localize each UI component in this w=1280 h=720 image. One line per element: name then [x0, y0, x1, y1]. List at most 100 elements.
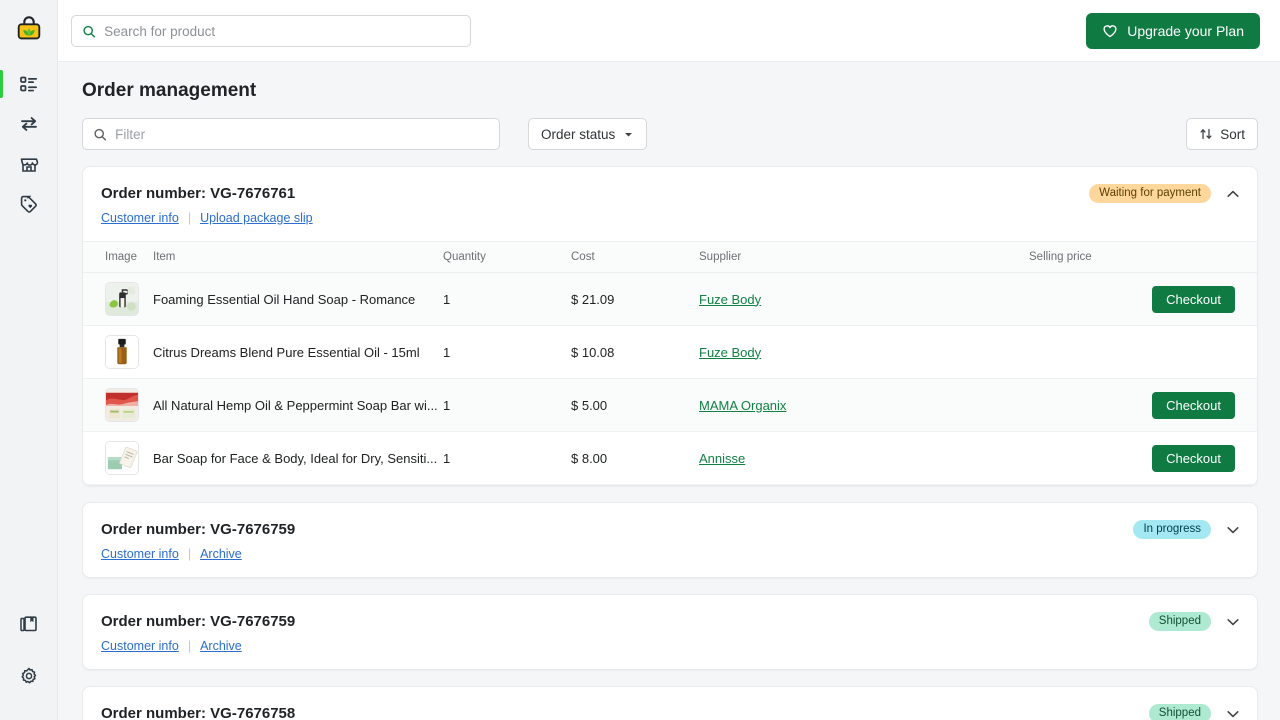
- sidebar-item-orders[interactable]: [0, 64, 57, 104]
- item-quantity: 1: [443, 432, 571, 485]
- sort-button[interactable]: Sort: [1186, 118, 1258, 150]
- order-actions: Customer info | Upload package slip: [101, 211, 1237, 225]
- table-row: Bar Soap for Face & Body, Ideal for Dry,…: [83, 432, 1257, 485]
- orders-list: Order number: VG-7676761 Customer info | Up…: [82, 166, 1258, 720]
- supplier-link[interactable]: Fuze Body: [699, 345, 761, 360]
- supplier-link[interactable]: Annisse: [699, 451, 745, 466]
- sidebar-item-favorites[interactable]: [0, 184, 57, 224]
- table-row: Foaming Essential Oil Hand Soap - Romanc…: [83, 273, 1257, 326]
- chevron-up-icon[interactable]: [1225, 186, 1241, 202]
- item-selling-price-cell: [1029, 326, 1257, 379]
- item-name: Foaming Essential Oil Hand Soap - Romanc…: [153, 273, 443, 326]
- status-badge: In progress: [1133, 520, 1211, 539]
- item-supplier-cell: Fuze Body: [699, 326, 1029, 379]
- search-input[interactable]: [104, 24, 460, 39]
- sidebar-item-store[interactable]: [0, 144, 57, 184]
- supplier-link[interactable]: MAMA Organix: [699, 398, 786, 413]
- order-link-customer-info[interactable]: Customer info: [101, 547, 179, 561]
- upgrade-plan-button[interactable]: Upgrade your Plan: [1086, 13, 1260, 49]
- chevron-down-icon[interactable]: [1225, 706, 1241, 720]
- chevron-down-icon[interactable]: [1225, 614, 1241, 630]
- chevron-down-icon: [623, 129, 634, 140]
- status-badge: Shipped: [1149, 704, 1211, 720]
- sidebar-nav: [0, 64, 57, 224]
- store-icon: [19, 154, 39, 174]
- tag-heart-icon: [19, 194, 39, 214]
- chevron-down-icon[interactable]: [1225, 522, 1241, 538]
- link-separator: |: [188, 639, 191, 653]
- item-quantity: 1: [443, 326, 571, 379]
- supplier-link[interactable]: Fuze Body: [699, 292, 761, 307]
- order-header: Order number: VG-7676759 Customer info | Ar…: [83, 595, 1257, 669]
- status-badge: Shipped: [1149, 612, 1211, 631]
- order-link-archive[interactable]: Archive: [200, 639, 242, 653]
- order-header: Order number: VG-7676761 Customer info | Up…: [83, 167, 1257, 241]
- order-card: Order number: VG-7676759Customer info|Ar…: [82, 502, 1258, 578]
- shopping-bag-leaf-logo: [14, 14, 44, 44]
- filter-box[interactable]: [82, 118, 500, 150]
- order-number: Order number: VG-7676759: [101, 613, 1237, 630]
- order-link-archive[interactable]: Archive: [200, 547, 242, 561]
- item-image-cell: [83, 273, 153, 326]
- sort-arrows-icon: [1199, 127, 1213, 141]
- order-link-upload-package-slip[interactable]: Upload package slip: [200, 211, 313, 225]
- essential-oil-bottle-thumb: [105, 335, 139, 369]
- topbar: Upgrade your Plan: [58, 0, 1280, 62]
- item-image-cell: [83, 379, 153, 432]
- sort-label: Sort: [1220, 127, 1245, 142]
- sidebar: [0, 0, 58, 720]
- order-header-right: Shipped: [1149, 704, 1241, 720]
- link-separator: |: [188, 211, 191, 225]
- item-quantity: 1: [443, 273, 571, 326]
- checkout-cell: Checkout: [1029, 392, 1235, 419]
- checkout-cell: Checkout: [1029, 286, 1235, 313]
- filter-input[interactable]: [115, 127, 489, 142]
- order-items-table: ImageItemQuantityCostSupplierSelling pri…: [83, 241, 1257, 485]
- checkout-cell: Checkout: [1029, 445, 1235, 472]
- item-supplier-cell: MAMA Organix: [699, 379, 1029, 432]
- order-link-customer-info[interactable]: Customer info: [101, 211, 179, 225]
- column-header-cost: Cost: [571, 242, 699, 273]
- checkout-button[interactable]: Checkout: [1152, 445, 1235, 472]
- order-header: Order number: VG-7676758Customer info|Ar…: [83, 687, 1257, 720]
- hemp-soap-box-thumb: [105, 388, 139, 422]
- hand-soap-bottle-thumb: [105, 282, 139, 316]
- order-header-right: Waiting for payment: [1089, 184, 1241, 203]
- order-link-customer-info[interactable]: Customer info: [101, 639, 179, 653]
- order-header-right: Shipped: [1149, 612, 1241, 631]
- column-header-image: Image: [83, 242, 153, 273]
- order-actions: Customer info | Archive: [101, 639, 1237, 653]
- column-header-supplier: Supplier: [699, 242, 1029, 273]
- column-header-item: Item: [153, 242, 443, 273]
- item-cost: $ 8.00: [571, 432, 699, 485]
- sidebar-item-library[interactable]: [0, 598, 58, 650]
- checkout-button[interactable]: Checkout: [1152, 392, 1235, 419]
- book-icon: [19, 614, 39, 634]
- product-search-box[interactable]: [71, 15, 471, 47]
- order-status-label: Order status: [541, 127, 615, 142]
- heart-icon: [1102, 23, 1118, 39]
- checkout-button[interactable]: Checkout: [1152, 286, 1235, 313]
- item-image-cell: [83, 326, 153, 379]
- order-status-dropdown[interactable]: Order status: [528, 118, 647, 150]
- upgrade-plan-label: Upgrade your Plan: [1127, 23, 1244, 39]
- sidebar-item-settings[interactable]: [0, 650, 58, 702]
- item-supplier-cell: Annisse: [699, 432, 1029, 485]
- item-selling-price-cell: Checkout: [1029, 273, 1257, 326]
- item-cost: $ 5.00: [571, 379, 699, 432]
- item-cost: $ 10.08: [571, 326, 699, 379]
- sidebar-item-transfers[interactable]: [0, 104, 57, 144]
- app-logo[interactable]: [0, 0, 57, 58]
- search-icon: [93, 127, 107, 142]
- item-supplier-cell: Fuze Body: [699, 273, 1029, 326]
- orders-list-icon: [19, 74, 39, 94]
- item-image-cell: [83, 432, 153, 485]
- item-selling-price-cell: Checkout: [1029, 432, 1257, 485]
- status-badge: Waiting for payment: [1089, 184, 1211, 203]
- order-header-right: In progress: [1133, 520, 1241, 539]
- item-cost: $ 21.09: [571, 273, 699, 326]
- order-number: Order number: VG-7676761: [101, 185, 1237, 202]
- main-content: Order management Order status Sort Order…: [58, 62, 1280, 720]
- item-name: All Natural Hemp Oil & Peppermint Soap B…: [153, 379, 443, 432]
- table-row: Citrus Dreams Blend Pure Essential Oil -…: [83, 326, 1257, 379]
